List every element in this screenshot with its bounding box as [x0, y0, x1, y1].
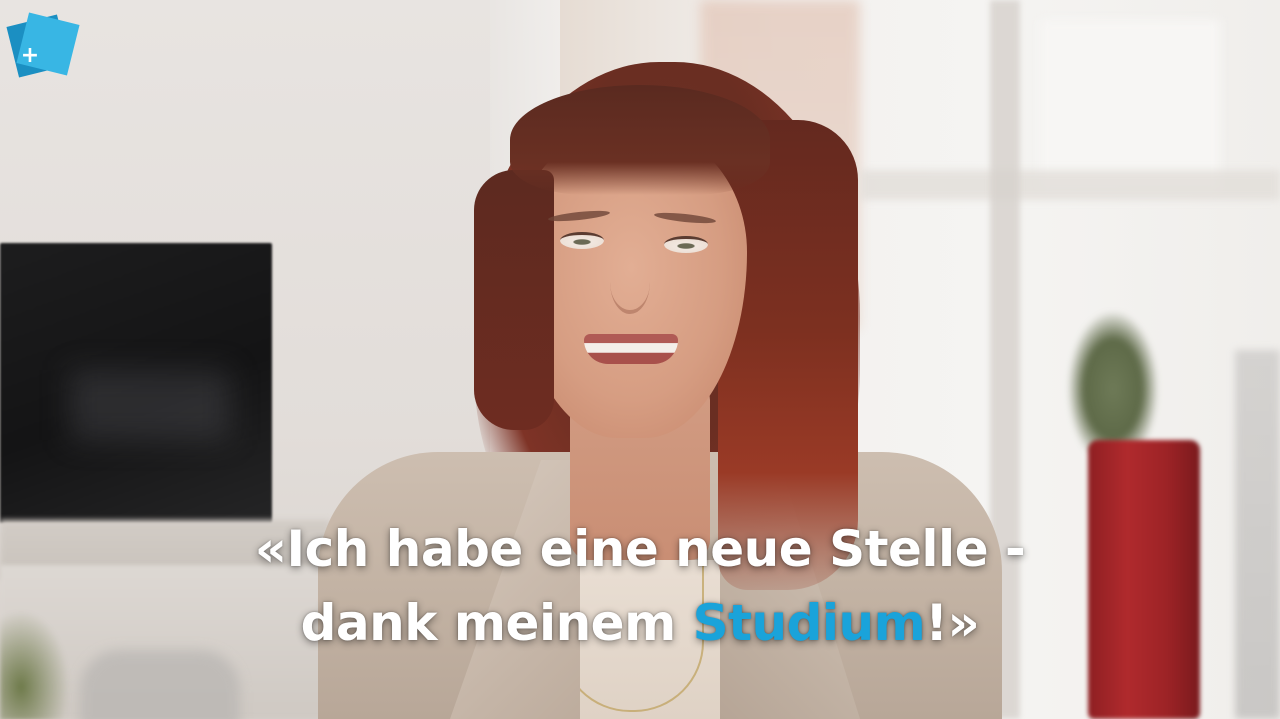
nose [610, 250, 650, 314]
tv-reflection [70, 370, 230, 440]
subtitle-line-2: dank meinem Studium!» [0, 586, 1280, 660]
mouth [584, 334, 678, 364]
cactus [1068, 312, 1158, 452]
subtitle-line-2-prefix: dank meinem [300, 594, 693, 652]
hair-fringe [510, 85, 770, 195]
window-crossbar [860, 170, 1280, 200]
plus-icon: + [20, 43, 40, 68]
subtitle-highlight: Studium [692, 594, 926, 652]
subtitle-line-2-suffix: !» [925, 594, 980, 652]
hair-strand-left [474, 170, 554, 430]
eye-left [560, 232, 604, 249]
channel-logo: + [6, 12, 80, 78]
subtitle-line-1: «Ich habe eine neue Stelle - [254, 520, 1026, 578]
chair [80, 650, 240, 719]
eye-right [664, 236, 708, 253]
video-frame: + «Ich habe eine neue Stelle - dank mein… [0, 0, 1280, 719]
subtitle-quote: «Ich habe eine neue Stelle - dank meinem… [0, 512, 1280, 660]
window-pane [1040, 20, 1220, 190]
